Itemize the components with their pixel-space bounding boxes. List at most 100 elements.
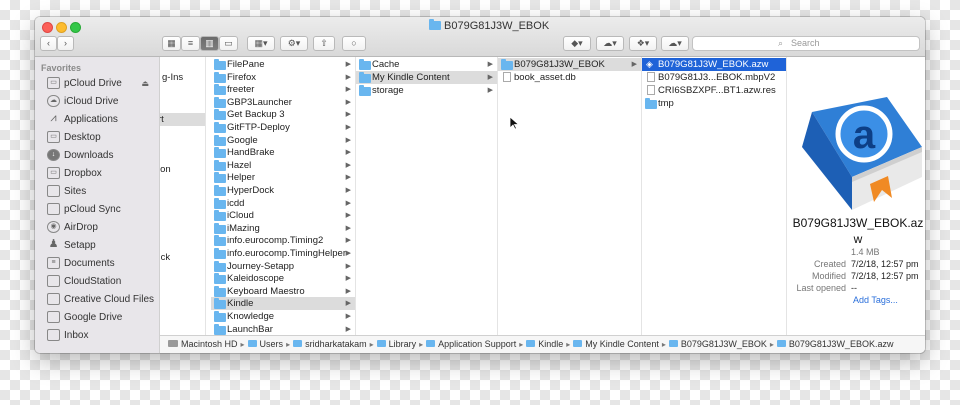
list-item[interactable]: Keyboard Maestro ▶ [211, 285, 355, 298]
list-item[interactable]: ◈ B079G81J3W_EBOK.azw [642, 58, 786, 71]
column-view-button[interactable]: ▥ [200, 36, 219, 51]
list-item[interactable]: FilePane ▶ [211, 58, 355, 71]
list-item[interactable]: Cache ▶ [356, 58, 497, 71]
action-gear-button[interactable]: ⚙▾ [280, 36, 308, 51]
list-item[interactable]: Google ▶ [211, 134, 355, 147]
breadcrumb-item[interactable]: B079G81J3W_EBOK [668, 339, 767, 349]
list-item[interactable]: freeter ▶ [211, 83, 355, 96]
breadcrumb-item[interactable]: B079G81J3W_EBOK.azw [776, 339, 893, 349]
list-item[interactable]: iCloud ▶ [211, 209, 355, 222]
list-item[interactable]: Journey-Setapp ▶ [211, 260, 355, 273]
icon-view-button[interactable]: ▦ [162, 36, 181, 51]
column-0[interactable]: g-Ins rt ion .ck [160, 57, 206, 335]
list-item[interactable]: g-Ins [160, 71, 205, 84]
sidebar-item-icloud-drive[interactable]: ☁ iCloud Drive [35, 93, 159, 110]
back-button[interactable]: ‹ [40, 36, 57, 51]
breadcrumb-item[interactable]: Application Support [426, 339, 516, 349]
column-2[interactable]: Cache ▶ My Kindle Content ▶ storage ▶ [356, 57, 498, 335]
folder-icon [359, 59, 371, 70]
sidebar-item-setapp[interactable]: ♟ Setapp [35, 237, 159, 254]
list-item[interactable]: Get Backup 3 ▶ [211, 108, 355, 121]
add-tags-link[interactable]: Add Tags... [853, 295, 898, 305]
list-item[interactable]: rt [160, 113, 205, 126]
breadcrumb-item[interactable]: Macintosh HD [168, 339, 238, 349]
sidebar-item-google-drive[interactable]: Google Drive [35, 309, 159, 326]
list-item[interactable]: Kindle ▶ [211, 297, 355, 311]
minimize-button[interactable] [56, 22, 67, 33]
column-3[interactable]: B079G81J3W_EBOK ▶ book_asset.db [498, 57, 642, 335]
folder-icon [47, 329, 60, 341]
forward-button[interactable]: › [57, 36, 74, 51]
sidebar-item-documents[interactable]: ≡ Documents [35, 255, 159, 272]
eject-icon[interactable]: ⏏ [141, 75, 149, 92]
share-button[interactable]: ⇧ [313, 36, 335, 51]
breadcrumb-item[interactable]: sridharkatakam [293, 339, 367, 349]
sidebar-item-desktop[interactable]: ▭ Desktop [35, 129, 159, 146]
group-by-button[interactable]: ▦▾ [247, 36, 275, 51]
list-item[interactable]: GitFTP-Deploy ▶ [211, 121, 355, 134]
list-item[interactable]: B079G81J3W_EBOK ▶ [498, 58, 641, 71]
list-item[interactable]: CRI6SBZXPF...BT1.azw.res [642, 84, 786, 97]
column-4[interactable]: ◈ B079G81J3W_EBOK.azw B079G81J3...EBOK.mb… [642, 57, 787, 335]
list-item[interactable]: book_asset.db [498, 71, 641, 84]
sidebar-item-airdrop[interactable]: ◉ AirDrop [35, 219, 159, 236]
sidebar-item-applications[interactable]: ⩘ Applications [35, 111, 159, 128]
list-item[interactable]: Kaleidoscope ▶ [211, 272, 355, 285]
list-item[interactable]: ion [160, 163, 205, 176]
list-item[interactable]: GBP3Launcher ▶ [211, 96, 355, 109]
disclosure-arrow-icon: ▶ [631, 61, 637, 68]
file-icon [503, 72, 511, 82]
disclosure-arrow-icon: ▶ [345, 199, 351, 207]
list-item[interactable]: .ck [160, 251, 205, 264]
folder-icon [645, 98, 657, 109]
gallery-view-button[interactable]: ▭ [219, 36, 238, 51]
pcloud-toolbar-button[interactable]: ☁▾ [661, 36, 689, 51]
breadcrumb-item[interactable]: Library [376, 339, 416, 349]
item-label: Kindle [227, 298, 254, 310]
sidebar-item-label: CloudStation [64, 276, 122, 287]
icloud-toolbar-button[interactable]: ☁▾ [596, 36, 624, 51]
list-item[interactable]: LaunchBar ▶ [211, 323, 355, 335]
list-item[interactable]: tmp [642, 97, 786, 110]
folder-icon [376, 340, 386, 347]
dropbox-toolbar-button[interactable]: ◆▾ [563, 36, 591, 51]
folder-icon [214, 210, 226, 222]
list-item[interactable]: info.eurocomp.TimingHelper ▶ [211, 247, 355, 260]
column-1[interactable]: FilePane ▶ Firefox ▶ freeter ▶ GBP3Launcher ▶ Ge… [211, 57, 356, 335]
folder-icon [526, 340, 536, 347]
sidebar-item-pcloud-drive[interactable]: ▭ pCloud Drive ⏏ [35, 75, 159, 92]
sidebar-item-inbox[interactable]: Inbox [35, 327, 159, 344]
list-item[interactable]: Helper ▶ [211, 171, 355, 184]
list-item[interactable]: storage ▶ [356, 84, 497, 97]
disclosure-arrow-icon: ▶ [345, 61, 351, 68]
list-item[interactable]: Knowledge ▶ [211, 310, 355, 323]
list-item[interactable]: Hazel ▶ [211, 159, 355, 172]
sidebar-item-dropbox[interactable]: ▭ Dropbox [35, 165, 159, 182]
edit-tags-button[interactable]: ○ [342, 36, 366, 51]
breadcrumb-item[interactable]: Users [247, 339, 283, 349]
breadcrumb-item[interactable]: Kindle [526, 339, 563, 349]
list-item[interactable]: My Kindle Content ▶ [356, 71, 497, 84]
item-label: LaunchBar [227, 323, 273, 335]
chevron-right-icon: ▸ [769, 340, 774, 349]
svg-text:a: a [853, 113, 876, 157]
sidebar-item-sites[interactable]: Sites [35, 183, 159, 200]
sidebar-item-cloudstation[interactable]: CloudStation [35, 273, 159, 290]
list-item[interactable]: iMazing ▶ [211, 222, 355, 235]
list-item[interactable]: info.eurocomp.Timing2 ▶ [211, 234, 355, 247]
list-item[interactable]: Firefox ▶ [211, 71, 355, 84]
close-button[interactable] [42, 22, 53, 33]
sidebar-item-downloads[interactable]: ↓ Downloads [35, 147, 159, 164]
sidebar-item-pcloud-sync[interactable]: pCloud Sync [35, 201, 159, 218]
list-view-button[interactable]: ≡ [181, 36, 200, 51]
zoom-button[interactable] [70, 22, 81, 33]
dropbox-share-button[interactable]: ❖▾ [629, 36, 657, 51]
list-item[interactable]: HyperDock ▶ [211, 184, 355, 197]
list-item[interactable]: HandBrake ▶ [211, 146, 355, 159]
list-item[interactable]: icdd ▶ [211, 197, 355, 210]
sidebar-item-creative-cloud-files[interactable]: Creative Cloud Files [35, 291, 159, 308]
chevron-right-icon: ▸ [661, 340, 666, 349]
search-field[interactable]: ⌕ Search [692, 36, 920, 51]
breadcrumb-item[interactable]: My Kindle Content [573, 339, 659, 349]
list-item[interactable]: B079G81J3...EBOK.mbpV2 [642, 71, 786, 84]
